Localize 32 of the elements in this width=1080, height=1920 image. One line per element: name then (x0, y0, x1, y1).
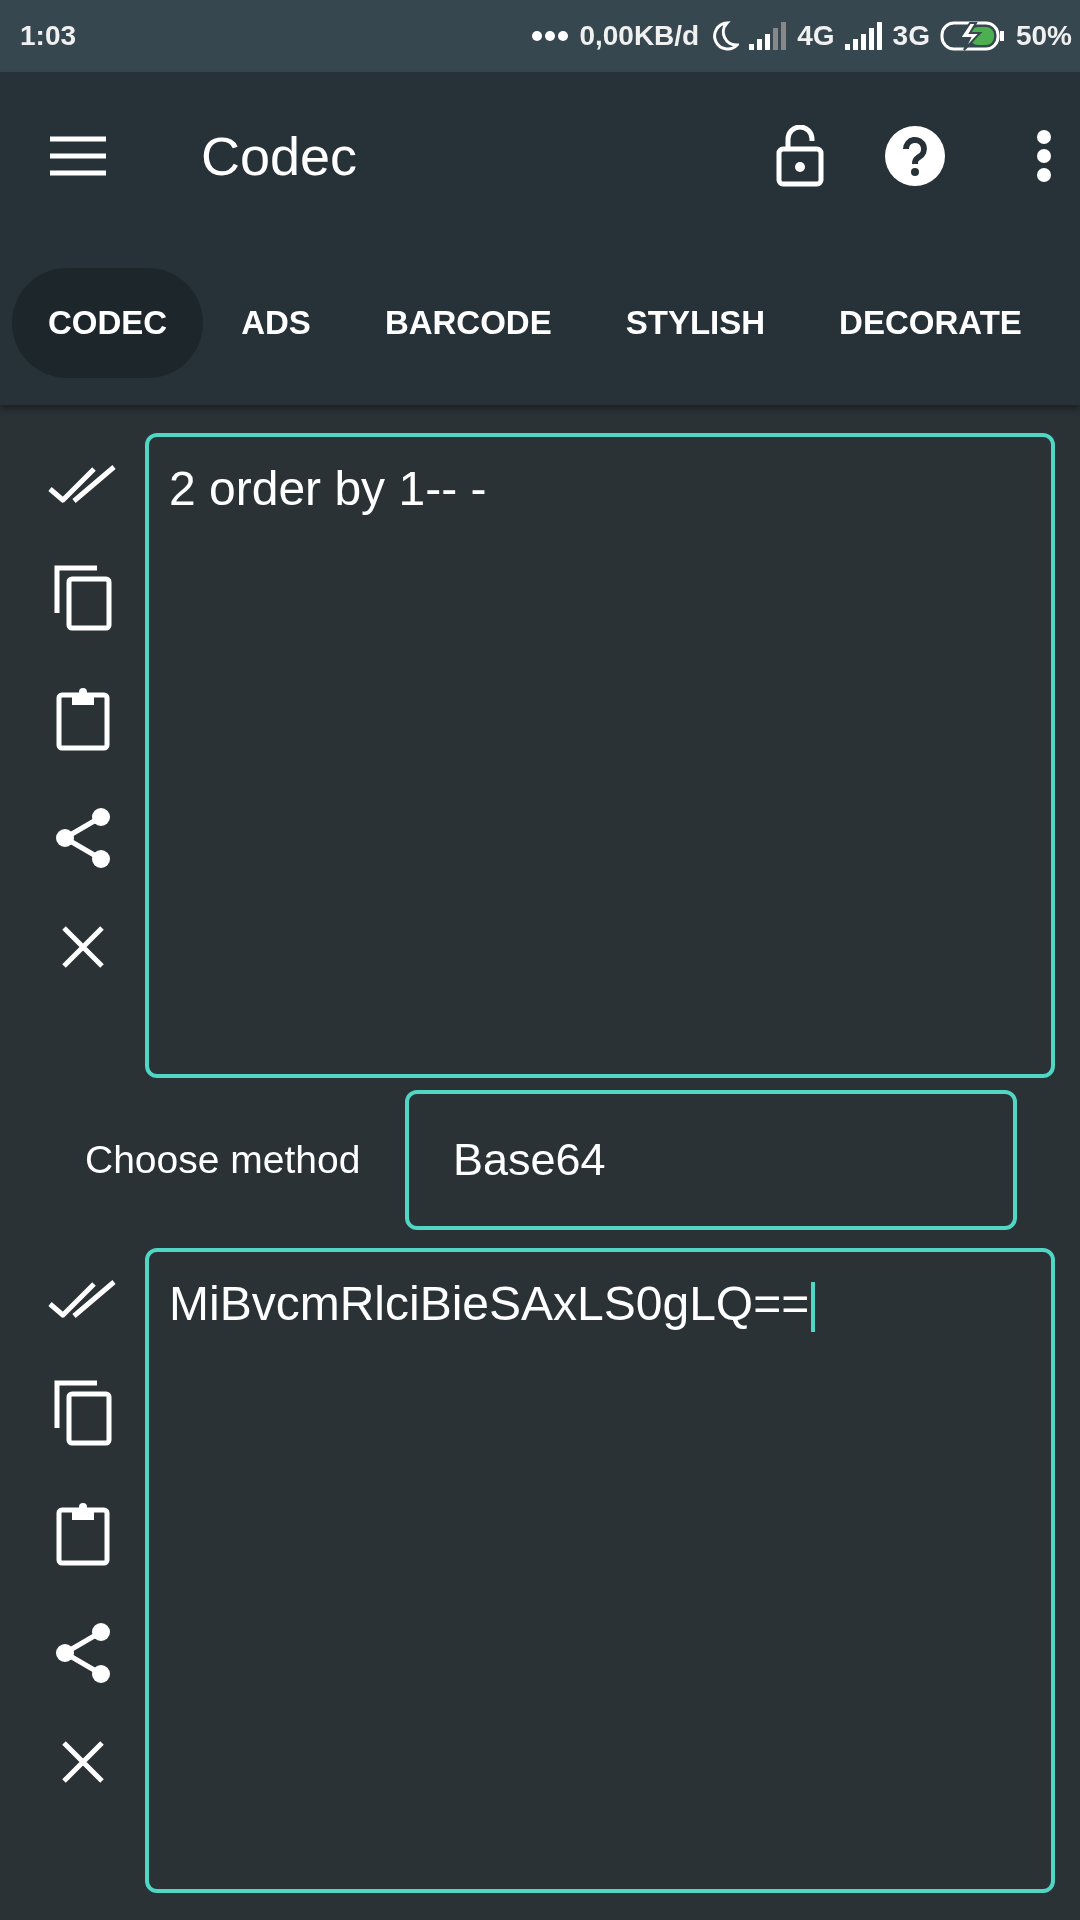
more-dots-icon (531, 30, 570, 42)
data-rate: 0,00KB/d (579, 20, 700, 52)
network-type: 4G (797, 20, 835, 52)
more-options-icon[interactable] (1036, 129, 1052, 183)
tab[interactable]: CODEC (12, 268, 204, 378)
text-field[interactable]: 2 order by 1-- - (145, 433, 1055, 1078)
clipboard-icon[interactable] (55, 1502, 110, 1566)
text-field[interactable]: MiBvcmRlciBieSAxLS0gLQ== (145, 1248, 1055, 1893)
signal-icon (844, 22, 883, 50)
help-icon[interactable] (884, 125, 946, 187)
share-icon[interactable] (54, 807, 111, 869)
padlock-icon[interactable] (776, 125, 824, 187)
method-label: Choose method (84, 1138, 362, 1182)
clock: 1:03 (20, 20, 77, 52)
clipboard-icon[interactable] (55, 687, 110, 751)
method-dropdown[interactable]: Base64 (405, 1090, 1017, 1230)
copy-icon[interactable] (53, 1380, 112, 1446)
tab[interactable]: ADS (205, 268, 347, 378)
tab[interactable]: DECORATE (803, 268, 1058, 378)
network-type: 3G (892, 20, 930, 52)
tab[interactable]: STYLISH (589, 268, 802, 378)
share-icon[interactable] (54, 1622, 111, 1684)
tab[interactable]: BARCODE (348, 268, 588, 378)
copy-icon[interactable] (53, 565, 112, 631)
close-icon[interactable] (60, 925, 105, 969)
menu-icon[interactable] (50, 136, 106, 176)
text-cursor (811, 1282, 816, 1333)
battery-percent: 50% (1015, 20, 1072, 52)
app-title: Codec (201, 125, 359, 187)
battery-icon (939, 21, 1006, 51)
signal-icon (749, 22, 788, 50)
close-icon[interactable] (60, 1740, 105, 1784)
